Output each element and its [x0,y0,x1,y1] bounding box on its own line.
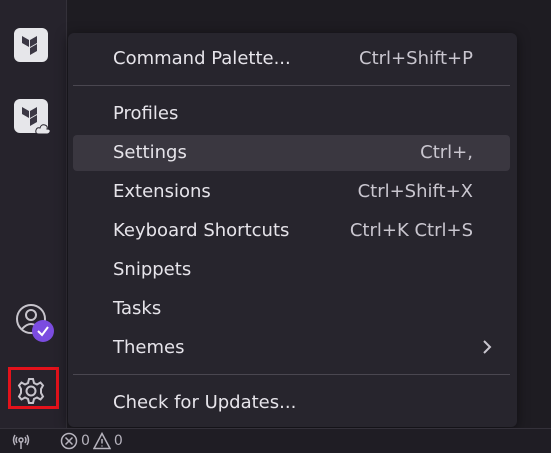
menu-item-settings[interactable]: Settings Ctrl+, [73,135,510,171]
menu-item-label: Themes [113,337,185,358]
cloud-icon [35,124,51,135]
account-badge [32,320,54,342]
menu-item-label: Settings [113,142,187,163]
terraform-icon[interactable] [14,28,48,62]
broadcast-icon [12,434,30,449]
menu-separator [73,85,510,86]
menu-item-profiles[interactable]: Profiles [73,96,510,132]
error-icon [60,432,78,450]
menu-item-label: Tasks [113,298,162,319]
activity-bar [0,0,67,428]
warning-count: 0 [113,433,123,449]
error-count: 0 [81,433,90,449]
account-icon[interactable] [14,302,54,342]
menu-item-label: Snippets [113,259,192,280]
menu-item-tasks[interactable]: Tasks [73,291,510,327]
menu-item-label: Extensions [113,181,211,202]
menu-separator [73,374,510,375]
manage-menu: Command Palette... Ctrl+Shift+P Profiles… [68,33,517,427]
menu-item-label: Profiles [113,103,179,124]
menu-item-label: Command Palette... [113,48,291,69]
menu-item-shortcut: Ctrl+Shift+P [359,48,473,69]
menu-item-extensions[interactable]: Extensions Ctrl+Shift+X [73,174,510,210]
menu-item-snippets[interactable]: Snippets [73,252,510,288]
menu-item-keyboard-shortcuts[interactable]: Keyboard Shortcuts Ctrl+K Ctrl+S [73,213,510,249]
warning-icon [92,432,111,450]
remote-status[interactable] [12,432,30,450]
status-bar: 0 0 [0,428,551,453]
chevron-right-icon [482,339,492,360]
terraform-cloud-icon[interactable] [14,99,51,135]
check-icon [37,326,49,337]
menu-item-themes[interactable]: Themes [73,330,510,366]
menu-item-shortcut: Ctrl+Shift+X [357,181,473,202]
settings-highlight-box [8,367,59,409]
problems-status[interactable]: 0 0 [60,432,123,450]
menu-item-shortcut: Ctrl+K Ctrl+S [349,220,473,241]
menu-item-label: Check for Updates... [113,392,297,413]
menu-item-label: Keyboard Shortcuts [113,220,290,241]
menu-item-check-for-updates[interactable]: Check for Updates... [73,385,510,421]
menu-item-command-palette[interactable]: Command Palette... Ctrl+Shift+P [73,41,510,77]
app-window: Command Palette... Ctrl+Shift+P Profiles… [0,0,551,453]
menu-item-shortcut: Ctrl+, [420,142,473,163]
